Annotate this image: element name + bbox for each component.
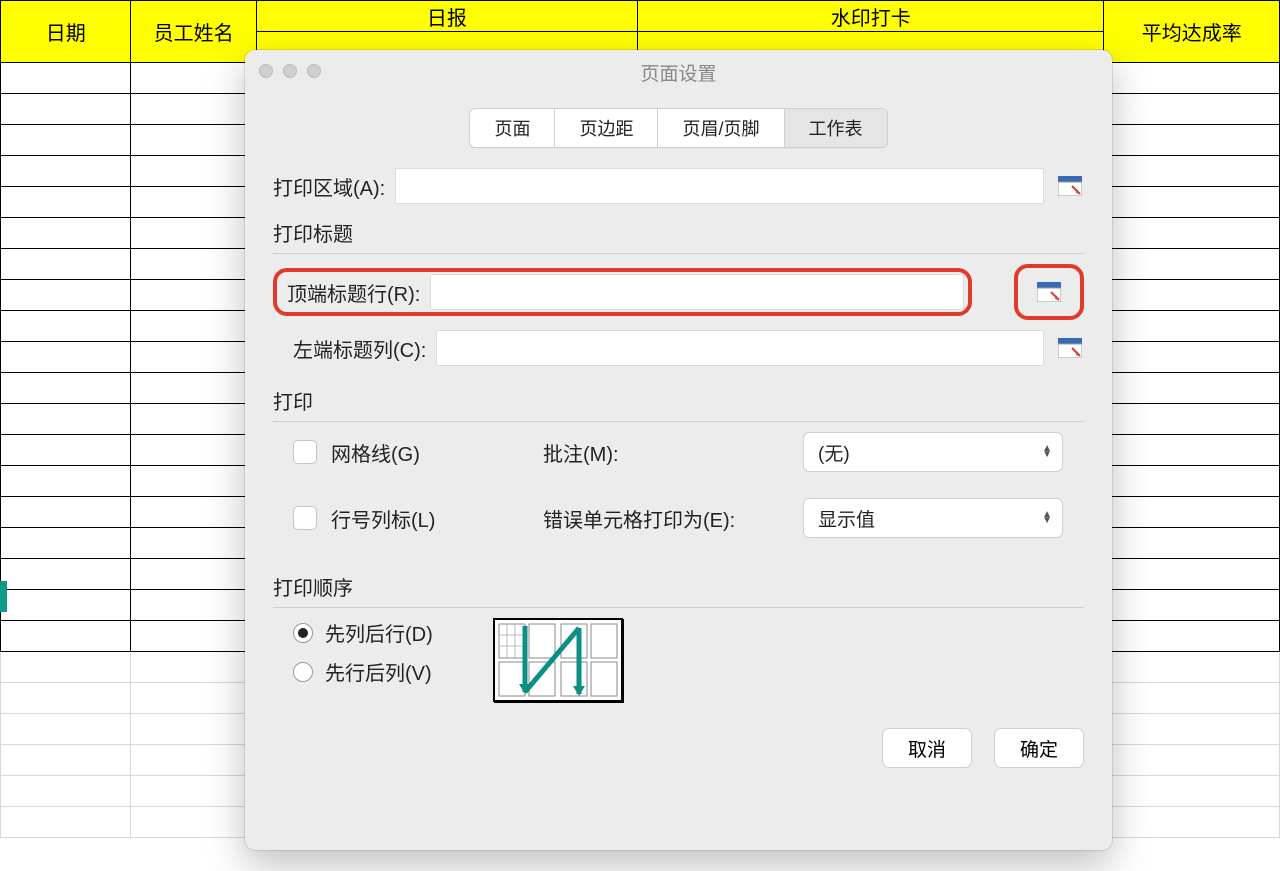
order-over-down-label: 先行后列(V) [325, 657, 432, 686]
select-arrows-icon: ▲▼ [1042, 446, 1052, 458]
range-picker-icon[interactable] [1056, 174, 1084, 198]
top-rows-label: 顶端标题行(R): [287, 278, 420, 307]
dialog-title: 页面设置 [245, 59, 1112, 86]
selected-cell-indicator [0, 581, 7, 612]
radio-icon [293, 623, 313, 643]
range-picker-icon[interactable] [1056, 336, 1084, 360]
rowcol-headings-checkbox[interactable]: 行号列标(L) [293, 504, 543, 533]
col-header-employee: 员工姓名 [131, 1, 256, 63]
zoom-icon[interactable] [307, 64, 321, 78]
col-header-date: 日期 [1, 1, 131, 63]
checkbox-icon [293, 506, 317, 530]
left-cols-label: 左端标题列(C): [293, 334, 426, 363]
col-header-avg-rate: 平均达成率 [1104, 1, 1280, 63]
window-controls [259, 64, 321, 78]
print-order-section: 打印顺序 [273, 572, 1084, 601]
print-options: 网格线(G) 批注(M): (无) ▲▼ 行号列标(L) 错误单元格打印为(E)… [273, 432, 1084, 538]
left-title-cols-row: 左端标题列(C): [273, 330, 1084, 366]
print-area-row: 打印区域(A): [273, 168, 1084, 204]
minimize-icon[interactable] [283, 64, 297, 78]
rowcol-headings-label: 行号列标(L) [331, 504, 435, 533]
errors-label: 错误单元格打印为(E): [543, 504, 803, 533]
tab-margins[interactable]: 页边距 [555, 109, 658, 147]
dialog-tabs: 页面 页边距 页眉/页脚 工作表 [245, 108, 1112, 148]
print-titles-section: 打印标题 [273, 218, 1084, 247]
order-down-over-radio[interactable]: 先列后行(D) [293, 618, 433, 647]
dialog-footer: 取消 确定 [245, 702, 1112, 794]
ok-button[interactable]: 确定 [994, 728, 1084, 768]
order-over-down-radio[interactable]: 先行后列(V) [293, 657, 433, 686]
gridlines-label: 网格线(G) [331, 438, 420, 467]
print-order-row: 先列后行(D) 先行后列(V) [273, 618, 1084, 702]
comments-label: 批注(M): [543, 438, 803, 467]
comments-select[interactable]: (无) ▲▼ [803, 432, 1063, 472]
order-down-over-label: 先列后行(D) [325, 618, 433, 647]
print-section: 打印 [273, 386, 1084, 415]
gridlines-checkbox[interactable]: 网格线(G) [293, 438, 543, 467]
cancel-button[interactable]: 取消 [882, 728, 972, 768]
checkbox-icon [293, 440, 317, 464]
print-area-label: 打印区域(A): [273, 172, 385, 201]
errors-value: 显示值 [818, 505, 875, 532]
dialog-titlebar: 页面设置 [245, 50, 1112, 94]
tab-header-footer[interactable]: 页眉/页脚 [658, 109, 784, 147]
header-row-1: 日期 员工姓名 日报 水印打卡 平均达成率 [1, 1, 1280, 32]
page-setup-dialog: 页面设置 页面 页边距 页眉/页脚 工作表 打印区域(A): 打印标题 顶端标题… [245, 50, 1112, 850]
close-icon[interactable] [259, 64, 273, 78]
print-area-input[interactable] [395, 168, 1044, 204]
range-picker-icon[interactable] [1035, 280, 1063, 304]
radio-icon [293, 662, 313, 682]
col-header-watermark: 水印打卡 [637, 1, 1103, 32]
tab-page[interactable]: 页面 [470, 109, 555, 147]
tab-sheet[interactable]: 工作表 [785, 109, 887, 147]
left-cols-input[interactable] [436, 330, 1044, 366]
dialog-body: 打印区域(A): 打印标题 顶端标题行(R): [245, 148, 1112, 702]
col-header-daily-report: 日报 [256, 1, 637, 32]
errors-select[interactable]: 显示值 ▲▼ [803, 498, 1063, 538]
comments-value: (无) [818, 439, 850, 466]
top-title-rows-row: 顶端标题行(R): [273, 264, 1084, 320]
print-order-preview-icon [493, 618, 623, 702]
select-arrows-icon: ▲▼ [1042, 512, 1052, 524]
top-rows-input[interactable] [430, 274, 964, 310]
